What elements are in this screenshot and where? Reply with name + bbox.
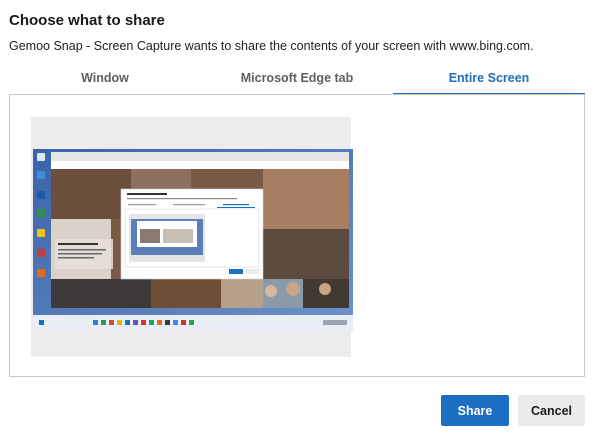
dialog-title: Choose what to share <box>9 12 165 29</box>
cancel-button[interactable]: Cancel <box>518 395 585 426</box>
share-button[interactable]: Share <box>441 395 509 426</box>
screen-thumbnail <box>33 149 353 331</box>
desktop-screenshot-image <box>33 149 353 331</box>
tab-entire-screen[interactable]: Entire Screen <box>393 66 585 95</box>
screen-preview-tile[interactable] <box>31 117 353 357</box>
tab-bar: Window Microsoft Edge tab Entire Screen <box>9 66 585 95</box>
tab-microsoft-edge[interactable]: Microsoft Edge tab <box>201 66 393 94</box>
screen-list-panel <box>9 94 585 377</box>
dialog-subtitle: Gemoo Snap - Screen Capture wants to sha… <box>9 39 534 53</box>
tab-window[interactable]: Window <box>9 66 201 94</box>
